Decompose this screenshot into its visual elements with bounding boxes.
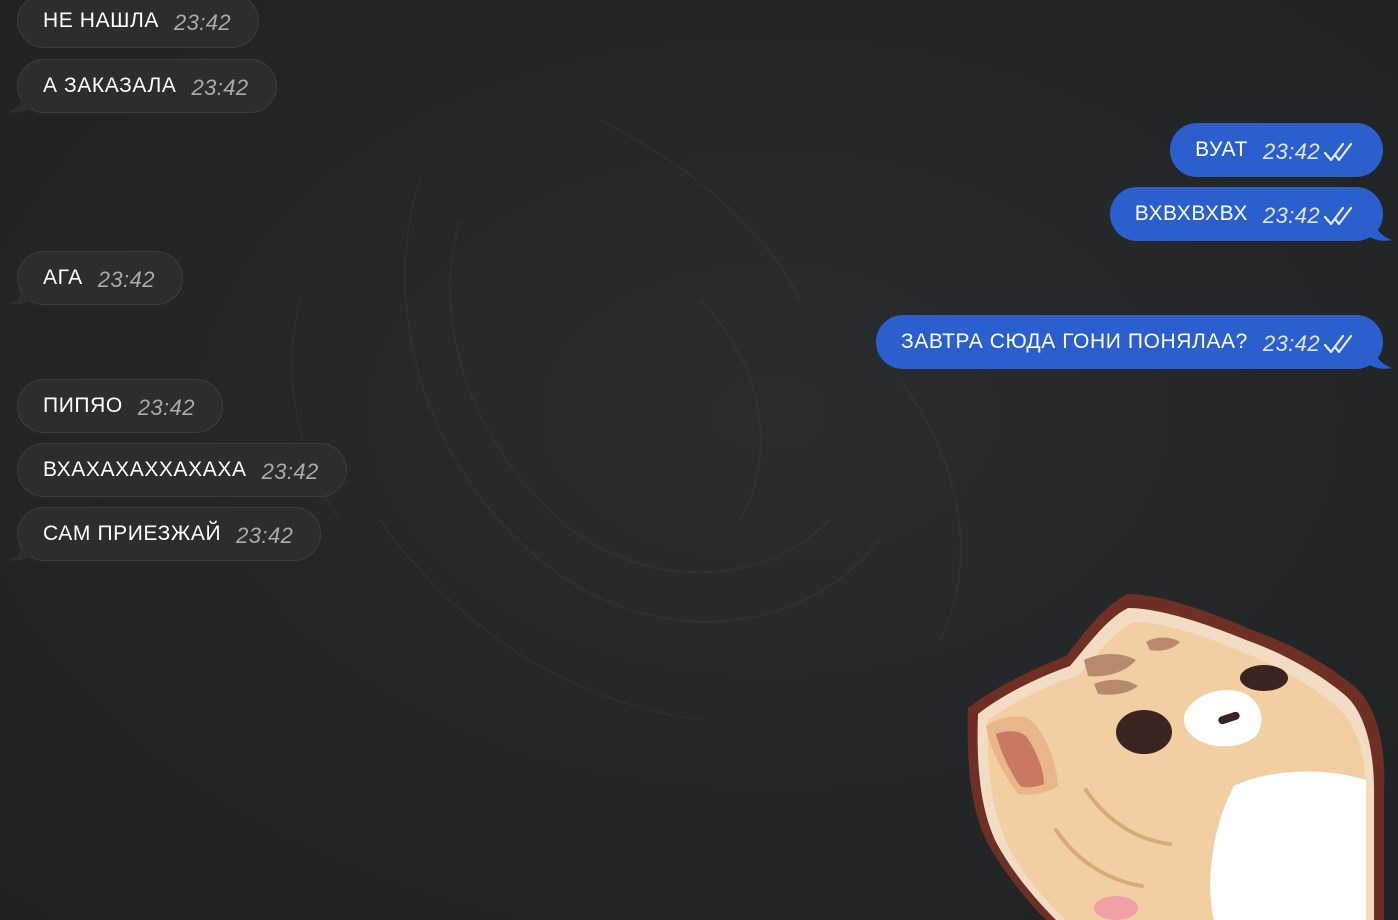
message-bubble-outgoing[interactable]: ВХВХВХВХ 23:42 <box>1109 187 1383 241</box>
bubble-tail <box>1366 212 1392 241</box>
message-bubble-outgoing[interactable]: ЗАВТРА СЮДА ГОНИ ПОНЯЛАА? 23:42 <box>875 315 1383 369</box>
chat-area[interactable]: НЕ НАШЛА 23:42 А ЗАКАЗАЛА 23:42 ВУАТ 23:… <box>0 0 1398 920</box>
double-check-icon <box>1323 142 1353 162</box>
bubble-tail <box>7 84 33 113</box>
message-bubble-incoming[interactable]: ПИПЯО 23:42 <box>17 379 223 433</box>
message-time: 23:42 <box>137 395 195 420</box>
message-bubble-incoming[interactable]: САМ ПРИЕЗЖАЙ 23:42 <box>17 507 322 561</box>
message-text: САМ ПРИЕЗЖАЙ <box>43 522 222 545</box>
bubble-tail <box>1366 340 1392 369</box>
message-text: АГА <box>43 266 83 289</box>
message-time: 23:42 <box>191 75 249 100</box>
message-time: 23:42 <box>174 10 232 35</box>
double-check-icon <box>1323 334 1353 354</box>
message-text: А ЗАКАЗАЛА <box>43 74 177 97</box>
message-bubble-incoming[interactable]: А ЗАКАЗАЛА 23:42 <box>17 59 277 113</box>
message-text: ПИПЯО <box>43 394 123 417</box>
message-text: НЕ НАШЛА <box>43 9 160 32</box>
message-text: ВХВХВХВХ <box>1134 202 1248 225</box>
message-time: 23:42 <box>261 459 319 484</box>
message-time: 23:42 <box>1262 203 1320 228</box>
message-text: ВХАХАХАХХАХАХА <box>43 458 247 481</box>
message-time: 23:42 <box>236 523 294 548</box>
message-bubble-incoming[interactable]: ВХАХАХАХХАХАХА 23:42 <box>17 443 347 497</box>
message-text: ЗАВТРА СЮДА ГОНИ ПОНЯЛАА? <box>900 330 1248 353</box>
message-bubble-outgoing[interactable]: ВУАТ 23:42 <box>1170 123 1383 177</box>
message-time: 23:42 <box>1262 139 1320 164</box>
message-bubble-incoming[interactable]: НЕ НАШЛА 23:42 <box>17 0 260 48</box>
message-text: ВУАТ <box>1195 138 1248 161</box>
bubble-tail <box>7 532 33 561</box>
double-check-icon <box>1323 206 1353 226</box>
message-time: 23:42 <box>1262 331 1320 356</box>
bubble-tail <box>7 276 33 305</box>
message-time: 23:42 <box>97 267 155 292</box>
message-bubble-incoming[interactable]: АГА 23:42 <box>17 251 183 305</box>
cat-sticker-icon[interactable] <box>966 590 1386 920</box>
